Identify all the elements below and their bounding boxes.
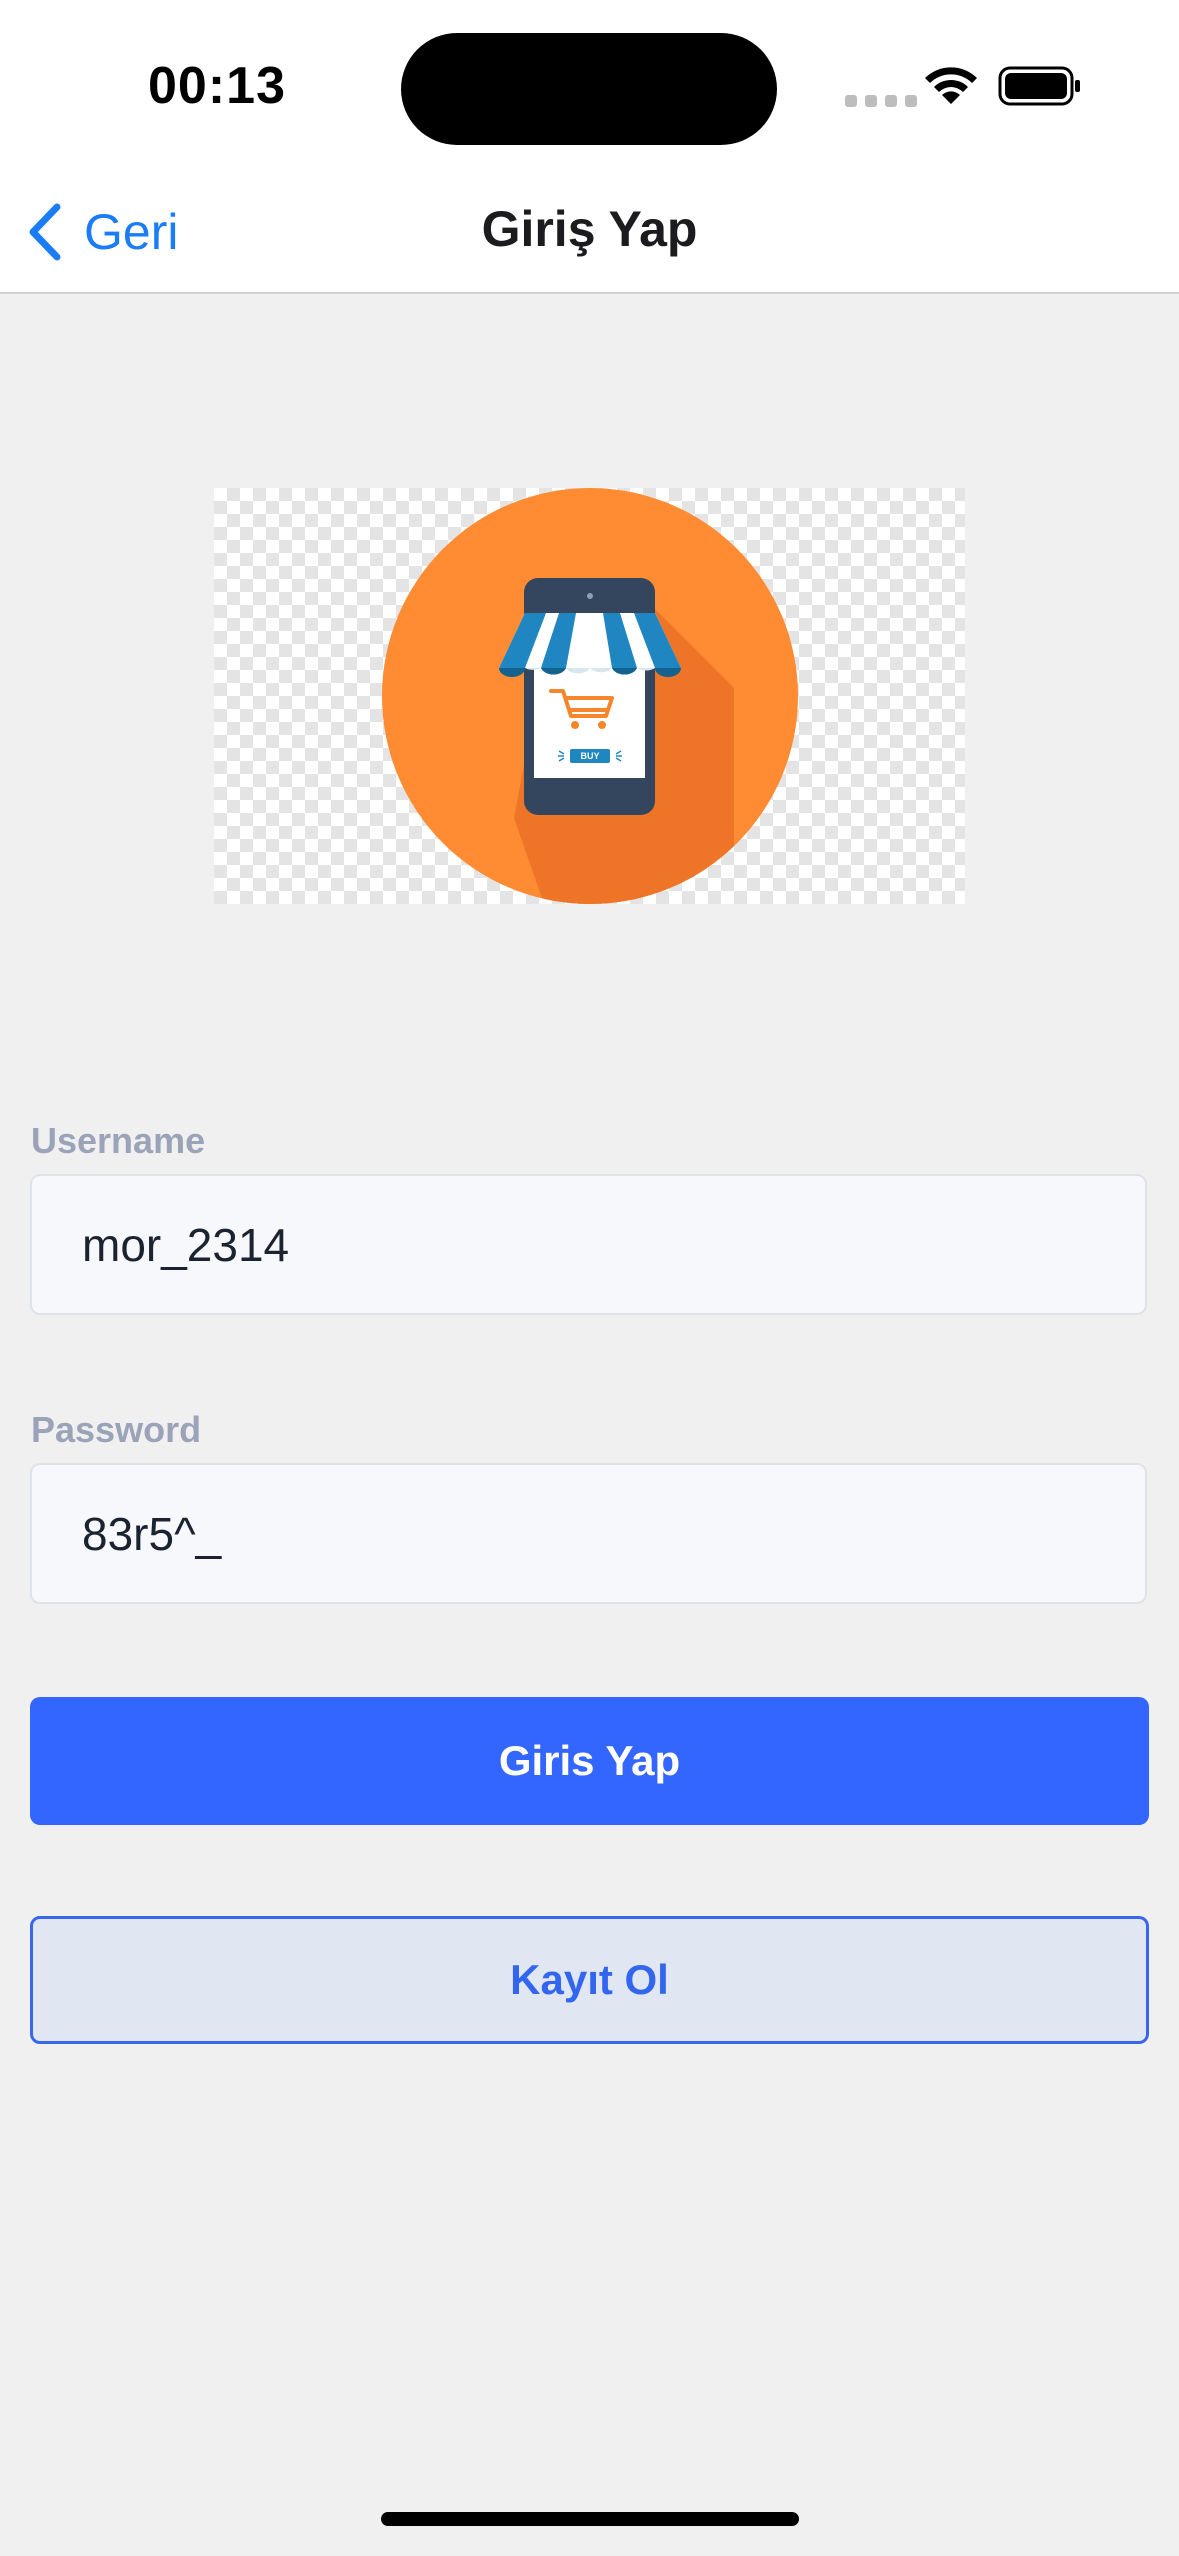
register-button[interactable]: Kayıt Ol bbox=[30, 1916, 1149, 2044]
battery-icon bbox=[998, 66, 1080, 106]
buy-label: BUY bbox=[580, 751, 599, 761]
status-time: 00:13 bbox=[148, 57, 286, 115]
username-input[interactable] bbox=[30, 1174, 1147, 1315]
app-logo: BUY bbox=[214, 488, 965, 904]
navigation-bar: Giriş Yap Geri bbox=[0, 170, 1179, 294]
home-indicator[interactable] bbox=[381, 2512, 799, 2526]
password-input[interactable] bbox=[30, 1463, 1147, 1604]
dynamic-island bbox=[401, 33, 777, 145]
mobile-shop-cart-logo-icon: BUY bbox=[382, 488, 798, 904]
username-label: Username bbox=[31, 1120, 206, 1161]
chevron-left-icon bbox=[29, 203, 61, 261]
back-button-label: Geri bbox=[84, 204, 179, 260]
wifi-icon bbox=[925, 67, 977, 104]
cellular-icon bbox=[845, 95, 917, 107]
login-button[interactable]: Giris Yap bbox=[30, 1697, 1149, 1825]
password-label: Password bbox=[31, 1409, 202, 1450]
status-bar: 00:13 bbox=[0, 0, 1179, 170]
back-button[interactable]: Geri bbox=[26, 194, 178, 270]
